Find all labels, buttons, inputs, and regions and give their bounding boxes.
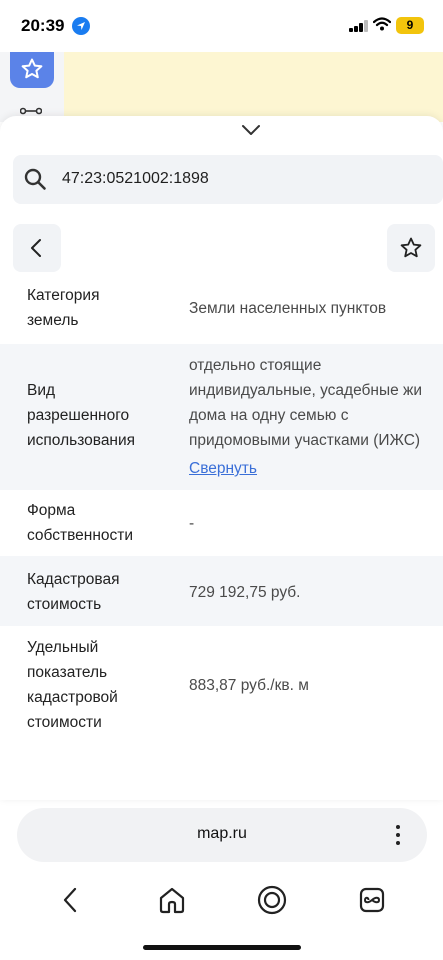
search-input[interactable]: 47:23:0521002:1898 [13,155,443,204]
detail-value-line: отдельно стоящие [189,357,322,374]
nav-back-icon[interactable] [62,887,78,913]
detail-label: Категория земель [27,287,100,329]
detail-row-permitted-use: Вид разрешенного использования отдельно … [0,344,443,490]
search-query[interactable]: 47:23:0521002:1898 [62,170,209,188]
star-icon [21,58,43,79]
status-bar: 20:39 9 [0,0,443,52]
alice-icon[interactable] [257,885,287,915]
detail-value: 729 192,75 руб. [189,584,301,601]
detail-row-land-category: Категория земель Земли населенных пункто… [0,278,443,344]
detail-label: Кадастровая стоимость [27,571,120,613]
detail-row-specific-value: Удельный показатель кадастровой стоимост… [0,626,443,740]
signal-icon [349,20,369,32]
detail-row-cadastral-value: Кадастровая стоимость 729 192,75 руб. [0,556,443,626]
url-text[interactable]: map.ru [17,825,427,843]
detail-value: Земли населенных пунктов [189,300,387,317]
map-favorites-button[interactable] [10,52,54,88]
menu-dots-icon[interactable] [396,825,400,845]
home-indicator[interactable] [143,945,301,950]
collapse-link[interactable]: Свернуть [189,456,257,481]
detail-label: Вид разрешенного использования [27,382,136,449]
info-sheet: 47:23:0521002:1898 Категория земель Земл… [0,116,443,800]
detail-value-line: придомовыми участками (ИЖС) [189,432,421,449]
search-icon [24,168,46,190]
detail-value: - [189,515,195,532]
wifi-icon [373,17,391,31]
home-icon[interactable] [158,886,186,914]
map-area[interactable] [64,52,443,122]
chevron-down-icon[interactable] [241,124,261,136]
detail-label: Форма собственности [27,502,134,544]
favorite-button[interactable] [387,224,435,272]
back-button[interactable] [13,224,61,272]
location-arrow-icon [72,17,90,35]
map-view[interactable] [0,52,443,122]
detail-value: 883,87 руб./кв. м [189,677,309,694]
route-icon[interactable] [20,106,42,116]
detail-label: Удельный показатель кадастровой стоимост… [27,639,118,731]
back-arrow-icon [31,239,41,257]
clock: 20:39 [21,16,65,35]
tabs-icon[interactable] [359,887,385,913]
detail-value-line: дома на одну семью с [189,407,349,424]
address-bar[interactable]: map.ru [17,808,427,862]
battery-indicator: 9 [396,17,424,34]
detail-row-ownership: Форма собственности - [0,490,443,556]
favorite-star-icon [400,237,422,258]
detail-value-line: индивидуальные, усадебные жи [189,382,423,399]
